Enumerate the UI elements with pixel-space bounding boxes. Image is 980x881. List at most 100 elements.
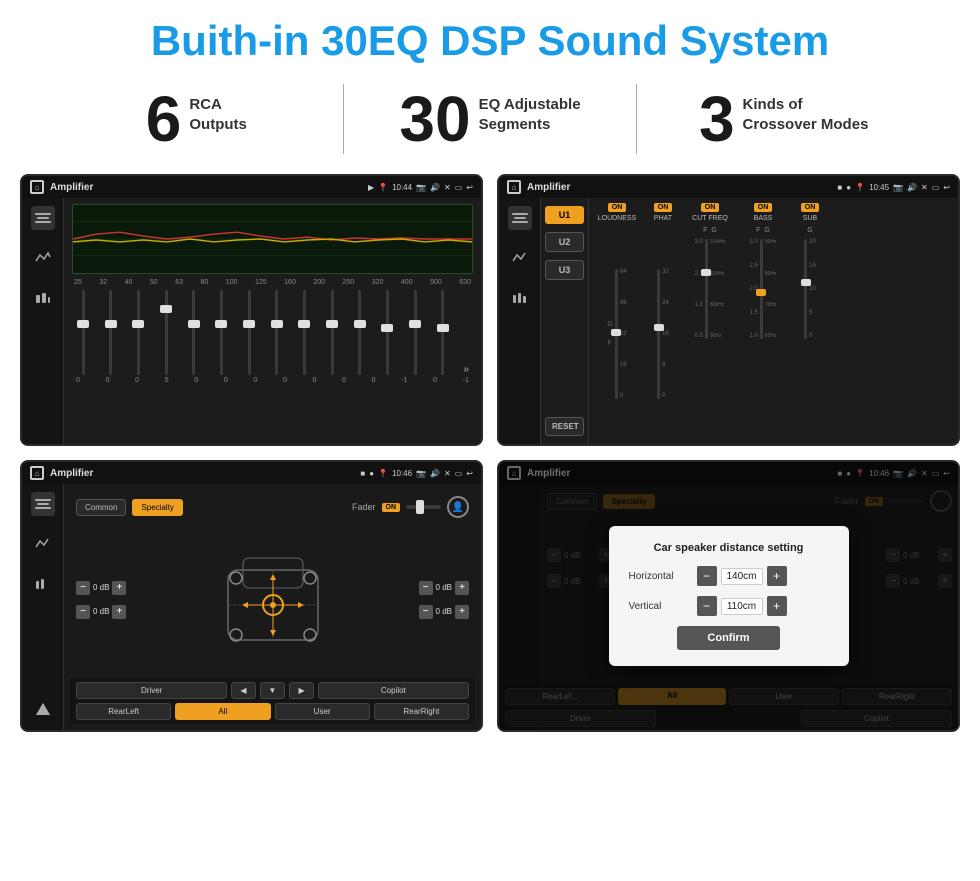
vertical-value: 110cm (721, 598, 763, 615)
db3-value: 0 dB (436, 583, 452, 592)
cutfreq-on[interactable]: ON (701, 203, 720, 212)
screen-eq: ⌂ Amplifier ▶ 📍 10:44 📷 🔊 ✕ ▭ ↩ (20, 174, 483, 446)
bass-on[interactable]: ON (754, 203, 773, 212)
horizontal-minus-btn[interactable]: − (697, 566, 717, 586)
db4-minus[interactable]: − (419, 605, 433, 619)
eq-slider-13[interactable] (408, 290, 422, 375)
eq-slider-3[interactable] (131, 290, 145, 375)
eq-content: 253240506380100125160200250320400500630 (22, 198, 481, 444)
horizontal-value: 140cm (721, 568, 763, 585)
status-title-3: Amplifier (50, 468, 354, 479)
amp-sidebar-icon-2[interactable] (508, 246, 532, 270)
db3-minus[interactable]: − (419, 581, 433, 595)
nav-left-btn[interactable]: ◀ (231, 682, 255, 699)
status-bar-3: ⌂ Amplifier ■● 📍10:46 📷🔊✕▭↩ (22, 462, 481, 484)
eq-slider-6[interactable] (214, 290, 228, 375)
eq-slider-5[interactable] (187, 290, 201, 375)
vertical-stepper: − 110cm + (697, 596, 787, 616)
nav-right-btn[interactable]: ▶ (289, 682, 313, 699)
db2-value: 0 dB (93, 607, 109, 616)
eq-more-icon: » (463, 364, 469, 375)
home-icon-2[interactable]: ⌂ (507, 180, 521, 194)
home-icon-3[interactable]: ⌂ (30, 466, 44, 480)
horizontal-stepper: − 140cm + (697, 566, 787, 586)
eq-sidebar-icon-3[interactable] (31, 286, 55, 310)
db3-plus[interactable]: + (455, 581, 469, 595)
tab-common[interactable]: Common (76, 499, 126, 516)
eq-slider-12[interactable] (380, 290, 394, 375)
amp-content: U1 U2 U3 RESET ON LOUDNESS GF 644832160 (499, 198, 958, 444)
eq-sidebar-icon-2[interactable] (31, 246, 55, 270)
db1-plus[interactable]: + (112, 581, 126, 595)
user-btn[interactable]: User (275, 703, 370, 720)
fader-label: Fader (352, 502, 376, 512)
rearleft-btn[interactable]: RearLeft (76, 703, 171, 720)
stat-crossover: 3 Kinds ofCrossover Modes (647, 87, 920, 151)
preset-u1[interactable]: U1 (545, 206, 584, 224)
amp-sidebar-icon-1[interactable] (508, 206, 532, 230)
all-btn[interactable]: All (175, 703, 270, 720)
crossover-bottom-btns-2: RearLeft All User RearRight (70, 703, 475, 724)
amp-reset-btn[interactable]: RESET (545, 417, 584, 436)
crossover-icon-3[interactable] (31, 572, 55, 596)
vertical-plus-btn[interactable]: + (767, 596, 787, 616)
crossover-icon-1[interactable] (31, 492, 55, 516)
loudness-on[interactable]: ON (608, 203, 627, 212)
dialog-horizontal-row: Horizontal − 140cm + (629, 566, 829, 586)
db2-minus[interactable]: − (76, 605, 90, 619)
cutfreq-section: ON CUT FREQ FG 3.02.11.30.5 3.0kHz100Hz8… (685, 203, 735, 439)
eq-slider-10[interactable] (325, 290, 339, 375)
rearright-btn[interactable]: RearRight (374, 703, 469, 720)
crossover-icon-4[interactable] (31, 698, 55, 722)
screen-crossover: ⌂ Amplifier ■● 📍10:46 📷🔊✕▭↩ (20, 460, 483, 732)
nav-down-btn[interactable]: ▼ (260, 682, 286, 699)
eq-slider-4[interactable] (159, 290, 173, 375)
left-db-controls: − 0 dB + − 0 dB + (76, 581, 126, 619)
driver-btn[interactable]: Driver (76, 682, 227, 699)
copilot-btn[interactable]: Copilot (318, 682, 469, 699)
amp-sidebar-icon-3[interactable] (508, 286, 532, 310)
sub-label: SUB (803, 215, 817, 222)
eq-slider-9[interactable] (297, 290, 311, 375)
screen-dialog: ⌂ Amplifier ■● 📍10:46 📷🔊✕▭↩ Common Speci… (497, 460, 960, 732)
preset-u3[interactable]: U3 (545, 260, 584, 280)
horizontal-plus-btn[interactable]: + (767, 566, 787, 586)
screens-grid: ⌂ Amplifier ▶ 📍 10:44 📷 🔊 ✕ ▭ ↩ (0, 168, 980, 742)
eq-slider-14[interactable] (436, 290, 450, 375)
crossover-sidebar (22, 484, 64, 730)
stat-text-crossover: Kinds ofCrossover Modes (743, 87, 869, 134)
crossover-main: Common Specialty Fader ON 👤 − (64, 484, 481, 730)
vertical-minus-btn[interactable]: − (697, 596, 717, 616)
crossover-icon-2[interactable] (31, 532, 55, 556)
eq-slider-8[interactable] (270, 290, 284, 375)
stat-divider-2 (636, 84, 637, 154)
fader-slider[interactable] (406, 505, 441, 509)
dialog-title: Car speaker distance setting (629, 542, 829, 554)
phat-on[interactable]: ON (654, 203, 673, 212)
status-icons-2: ■● 📍10:45 📷🔊✕▭↩ (837, 183, 950, 192)
eq-sliders-row: » (72, 290, 473, 375)
profile-icon[interactable]: 👤 (447, 496, 469, 518)
confirm-button[interactable]: Confirm (677, 626, 779, 650)
db4-value: 0 dB (436, 607, 452, 616)
fader-on-badge[interactable]: ON (382, 503, 401, 512)
vertical-label: Vertical (629, 601, 689, 612)
sub-on[interactable]: ON (801, 203, 820, 212)
eq-slider-7[interactable] (242, 290, 256, 375)
eq-slider-2[interactable] (104, 290, 118, 375)
loudness-section: ON LOUDNESS GF 644832160 (593, 203, 641, 439)
eq-sidebar-icon-1[interactable] (31, 206, 55, 230)
stat-number-30: 30 (399, 87, 470, 151)
home-icon-1[interactable]: ⌂ (30, 180, 44, 194)
eq-slider-11[interactable] (353, 290, 367, 375)
screen-amp: ⌂ Amplifier ■● 📍10:45 📷🔊✕▭↩ (497, 174, 960, 446)
tab-specialty[interactable]: Specialty (132, 499, 182, 516)
eq-slider-1[interactable] (76, 290, 90, 375)
eq-freq-labels: 253240506380100125160200250320400500630 (72, 279, 473, 286)
db1-minus[interactable]: − (76, 581, 90, 595)
stat-divider-1 (343, 84, 344, 154)
db1-value: 0 dB (93, 583, 109, 592)
db2-plus[interactable]: + (112, 605, 126, 619)
preset-u2[interactable]: U2 (545, 232, 584, 252)
db4-plus[interactable]: + (455, 605, 469, 619)
